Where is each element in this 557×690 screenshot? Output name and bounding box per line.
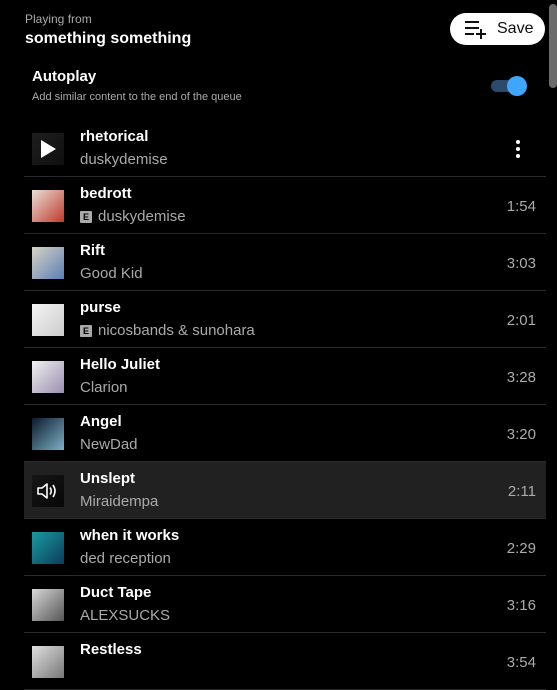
autoplay-toggle[interactable]: [489, 76, 527, 96]
queue-item[interactable]: Hello Juliet Clarion 3:28: [24, 348, 546, 405]
track-artist-line: Good Kid: [80, 265, 143, 282]
track-thumbnail: [32, 475, 64, 507]
track-artist-line: Clarion: [80, 379, 128, 396]
track-thumbnail: [32, 589, 64, 621]
track-artist-line: ALEXSUCKS: [80, 607, 170, 624]
more-options-icon[interactable]: [508, 137, 528, 161]
playing-from-label: Playing from: [25, 12, 92, 26]
queue-item[interactable]: Restless 3:54: [24, 633, 546, 690]
queue-item[interactable]: Duct Tape ALEXSUCKS 3:16: [24, 576, 546, 633]
playlist-name[interactable]: something something: [25, 30, 191, 48]
track-thumbnail: [32, 361, 64, 393]
track-artist-line: Miraidempa: [80, 493, 158, 510]
track-thumbnail: [32, 304, 64, 336]
autoplay-title: Autoplay: [32, 68, 97, 85]
save-button-label: Save: [497, 20, 534, 37]
track-thumbnail: [32, 190, 64, 222]
explicit-icon: E: [80, 210, 92, 223]
track-artist-line: Enicosbands & sunohara: [80, 322, 255, 339]
track-title: Unslept: [80, 470, 136, 487]
track-thumbnail: [32, 646, 64, 678]
track-duration: 2:29: [506, 540, 536, 557]
track-duration: 3:20: [506, 426, 536, 443]
scrollbar-track[interactable]: [547, 0, 557, 659]
track-duration: 3:54: [506, 654, 536, 671]
track-thumbnail: [32, 247, 64, 279]
queue-item[interactable]: bedrott Eduskydemise 1:54: [24, 177, 546, 234]
track-artist: ded reception: [80, 550, 171, 567]
speaker-icon: [32, 475, 64, 507]
queue-item[interactable]: Rift Good Kid 3:03: [24, 234, 546, 291]
track-duration: 3:28: [506, 369, 536, 386]
scrollbar-thumb[interactable]: [549, 4, 557, 88]
track-artist-line: NewDad: [80, 436, 138, 453]
track-duration: 2:11: [507, 483, 536, 500]
track-title: Rift: [80, 242, 105, 259]
track-duration: 1:54: [506, 198, 536, 215]
track-artist: Miraidempa: [80, 493, 159, 510]
autoplay-description: Add similar content to the end of the qu…: [32, 91, 242, 103]
queue-item[interactable]: purse Enicosbands & sunohara 2:01: [24, 291, 546, 348]
track-thumbnail: [32, 133, 64, 165]
track-duration: 3:16: [506, 597, 536, 614]
track-title: Hello Juliet: [80, 356, 161, 373]
track-title: when it works: [80, 527, 180, 544]
track-artist: ALEXSUCKS: [80, 607, 171, 624]
save-button[interactable]: Save: [450, 13, 545, 45]
toggle-knob: [507, 76, 527, 96]
track-thumbnail: [32, 418, 64, 450]
track-title: bedrott: [80, 185, 132, 202]
track-artist: Good Kid: [80, 265, 143, 282]
track-artist: duskydemise: [80, 151, 168, 168]
play-icon[interactable]: [32, 133, 64, 165]
track-thumbnail: [32, 532, 64, 564]
track-title: Angel: [80, 413, 122, 430]
track-title: Duct Tape: [80, 584, 152, 601]
track-artist-line: Eduskydemise: [80, 208, 186, 225]
track-artist: Clarion: [80, 379, 128, 396]
queue-list: rhetorical duskydemise bedrott Eduskydemise…: [24, 120, 546, 690]
track-artist: duskydemise: [98, 208, 186, 225]
playlist-add-icon: [465, 21, 486, 39]
track-title: Restless: [80, 641, 142, 658]
track-artist-line: duskydemise: [80, 151, 168, 168]
explicit-icon: E: [80, 324, 92, 337]
track-artist: nicosbands & sunohara: [98, 322, 255, 339]
autoplay-section: Autoplay Add similar content to the end …: [32, 68, 242, 103]
queue-item[interactable]: rhetorical duskydemise: [24, 120, 546, 177]
queue-header: Playing from something something: [25, 12, 191, 48]
track-artist: NewDad: [80, 436, 138, 453]
queue-item[interactable]: Angel NewDad 3:20: [24, 405, 546, 462]
track-title: purse: [80, 299, 121, 316]
track-artist-line: ded reception: [80, 550, 171, 567]
track-title: rhetorical: [80, 128, 149, 145]
track-duration: 2:01: [506, 312, 536, 329]
queue-item[interactable]: Unslept Miraidempa 2:11: [24, 462, 546, 519]
queue-item[interactable]: when it works ded reception 2:29: [24, 519, 546, 576]
track-duration: 3:03: [506, 255, 536, 272]
